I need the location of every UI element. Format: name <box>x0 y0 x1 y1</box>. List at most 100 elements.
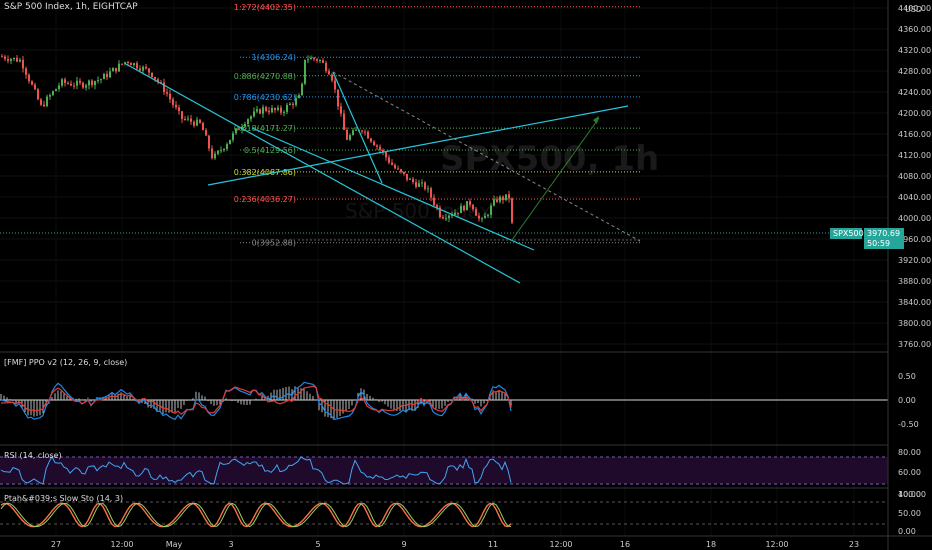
candle-body <box>334 80 336 90</box>
candle-body <box>418 183 420 187</box>
candle-body <box>478 215 480 219</box>
price-tick-label: 3920.00 <box>898 256 931 265</box>
candle-body <box>391 162 393 165</box>
candle-body <box>211 148 213 159</box>
candle-body <box>301 83 303 96</box>
candle-body <box>61 79 63 86</box>
candle-body <box>58 85 60 89</box>
candle-body <box>433 197 435 206</box>
candle-body <box>37 89 39 100</box>
candle-body <box>424 182 426 190</box>
ppo-tick-label: -0.50 <box>898 420 919 429</box>
candle-body <box>82 82 84 88</box>
candle-body <box>1 56 3 58</box>
candle-body <box>148 68 150 73</box>
price-tick-label: 3880.00 <box>898 277 931 286</box>
candle-body <box>238 128 240 130</box>
candle-body <box>91 80 93 86</box>
candle-body <box>460 205 462 214</box>
candle-body <box>232 133 234 140</box>
sto-pane-label[interactable]: Ptah&#039;s Slow Sto (14, 3) <box>4 494 123 503</box>
candle-body <box>118 63 120 72</box>
chart-canvas[interactable]: SPX500, 1hS&P 500 Index 1.272(4402.35) 1(… <box>0 0 932 550</box>
candle-body <box>151 72 153 77</box>
price-tick-label: 4280.00 <box>898 67 931 76</box>
candle-body <box>349 135 351 140</box>
candle-body <box>214 153 216 159</box>
candle-body <box>88 80 90 86</box>
candle-body <box>106 73 108 78</box>
candle-body <box>172 99 174 105</box>
candle-body <box>253 111 255 117</box>
candle-body <box>343 113 345 130</box>
sto-k-line <box>0 502 512 528</box>
price-tick-label: 4240.00 <box>898 88 931 97</box>
candle-body <box>496 199 498 202</box>
rsi-tick-label: 80.00 <box>898 448 921 457</box>
candle-body <box>223 148 225 151</box>
candle-body <box>361 130 363 132</box>
candle-body <box>331 74 333 81</box>
candle-body <box>304 59 306 84</box>
candle-body <box>499 196 501 202</box>
time-tick-label: 18 <box>706 540 716 549</box>
candle-body <box>235 128 237 134</box>
time-tick-label: 11 <box>488 540 498 549</box>
candle-body <box>7 59 9 61</box>
candle-body <box>463 205 465 211</box>
candle-body <box>376 145 378 147</box>
candle-body <box>307 59 309 61</box>
ppo-pane-label[interactable]: [FMF] PPO v2 (12, 26, 9, close) <box>4 358 127 367</box>
candle-body <box>22 59 24 69</box>
candle-body <box>271 107 273 113</box>
candle-body <box>412 178 414 183</box>
sto-tick-label: 0.00 <box>898 527 916 536</box>
time-tick-label: 9 <box>401 540 406 549</box>
candle-body <box>10 59 12 61</box>
candle-body <box>49 95 51 97</box>
candle-body <box>316 59 318 61</box>
sto-tick-label: 100.00 <box>898 490 926 499</box>
candle-body <box>313 57 315 60</box>
candle-body <box>265 107 267 111</box>
candle-body <box>511 198 513 223</box>
candle-body <box>268 110 270 113</box>
time-tick-label: 16 <box>620 540 630 549</box>
chart-window[interactable]: SPX500, 1h S&P 500 Index 1.272(4402.35) 1(… <box>0 0 932 550</box>
candle-body <box>379 146 381 150</box>
candle-body <box>445 218 447 220</box>
price-tick-label: 3800.00 <box>898 319 931 328</box>
forecast-arrow-line <box>511 117 600 241</box>
rsi-tick-label: 60.00 <box>898 468 921 477</box>
rsi-pane-label[interactable]: RSI (14, close) <box>4 451 62 460</box>
candle-body <box>397 168 399 170</box>
candle-body <box>40 99 42 105</box>
candle-body <box>28 74 30 82</box>
candle-body <box>64 79 66 84</box>
candle-body <box>508 194 510 199</box>
candle-body <box>115 67 117 72</box>
candle-body <box>124 61 126 65</box>
price-tick-label: 4200.00 <box>898 109 931 118</box>
candle-body <box>403 171 405 174</box>
candle-body <box>346 129 348 140</box>
candle-body <box>421 182 423 184</box>
candle-body <box>262 107 264 114</box>
candle-body <box>127 61 129 63</box>
candle-body <box>484 215 486 219</box>
candle-body <box>274 107 276 110</box>
price-tick-label: 3760.00 <box>898 340 931 349</box>
candle-body <box>283 111 285 113</box>
candle-body <box>505 194 507 201</box>
candle-body <box>25 68 27 75</box>
candle-body <box>310 57 312 60</box>
candle-body <box>85 85 87 88</box>
candle-body <box>229 139 231 145</box>
candle-body <box>199 119 201 123</box>
chart-title: S&P 500 Index, 1h, EIGHTCAP <box>4 2 138 12</box>
symbol-tag: SPX500 <box>830 228 864 239</box>
candle-body <box>490 205 492 215</box>
candle-body <box>250 116 252 120</box>
candle-body <box>103 73 105 80</box>
candle-body <box>154 76 156 80</box>
